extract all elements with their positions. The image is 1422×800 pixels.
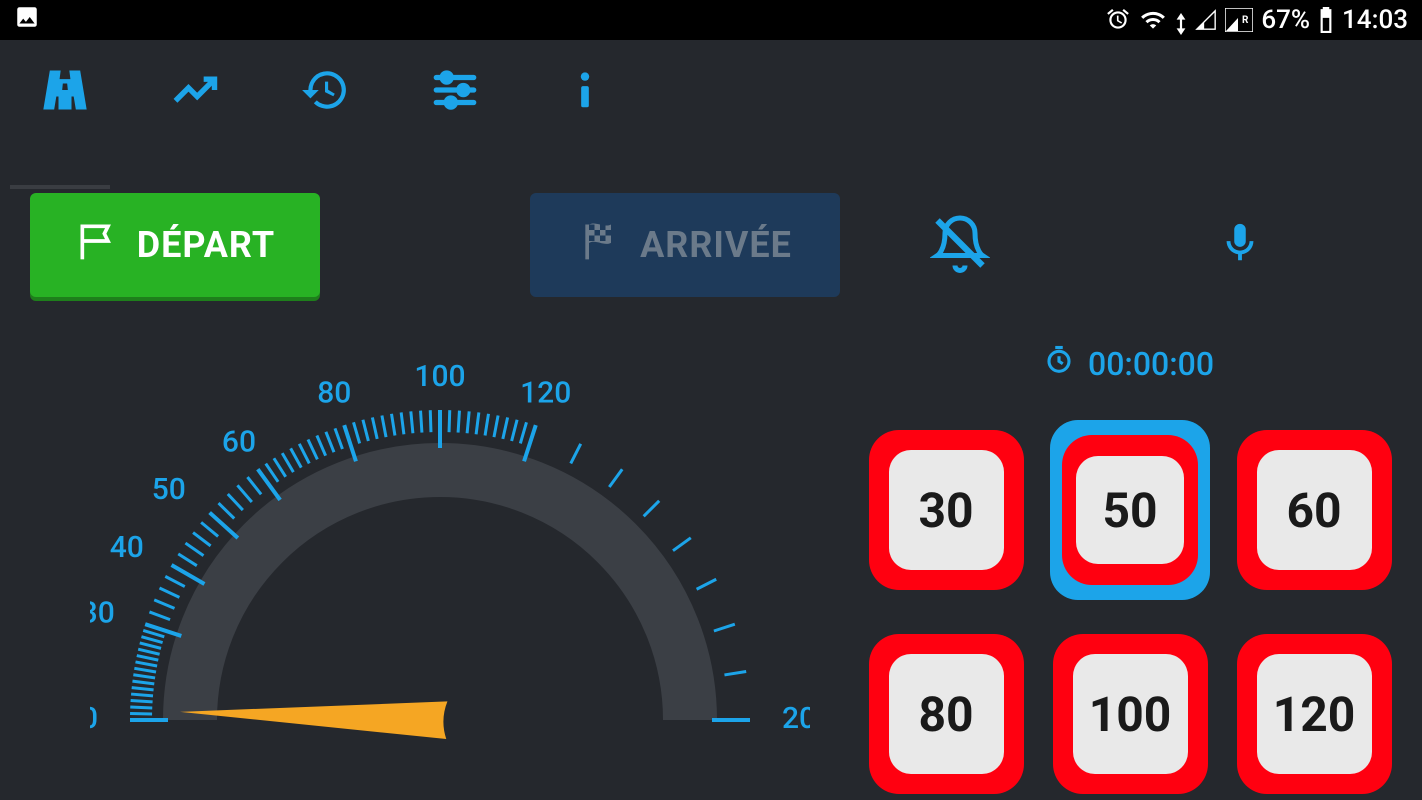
svg-text:120: 120 xyxy=(520,376,571,411)
svg-text:0: 0 xyxy=(90,701,98,736)
tab-indicator xyxy=(10,185,110,189)
svg-text:40: 40 xyxy=(110,530,144,565)
voice-button[interactable] xyxy=(1180,205,1300,285)
tab-history[interactable] xyxy=(260,40,390,140)
speed-readout: --- xyxy=(400,790,480,800)
speed-sign: 80 xyxy=(869,634,1024,794)
svg-text:100: 100 xyxy=(414,359,465,394)
timer-value: 00:00:00 xyxy=(1088,345,1214,383)
data-icon xyxy=(1175,13,1187,35)
battery-icon xyxy=(1318,7,1334,33)
svg-text:R: R xyxy=(1242,15,1249,26)
speed-sign: 120 xyxy=(1237,634,1392,794)
svg-text:30: 30 xyxy=(90,595,115,630)
clock-icon xyxy=(1044,345,1074,383)
speedometer: 0 30 4050 60 80 100 120 200 xyxy=(90,320,810,800)
tab-road[interactable] xyxy=(0,40,130,140)
speed-sign: 30 xyxy=(869,430,1024,590)
microphone-icon xyxy=(1217,220,1263,270)
tab-info[interactable] xyxy=(520,40,650,140)
android-status-bar: R 67% 14:03 xyxy=(0,0,1422,40)
tab-bar xyxy=(0,40,1422,140)
trip-timer: 00:00:00 xyxy=(1044,345,1214,383)
signal-1-icon xyxy=(1195,9,1217,31)
tab-settings[interactable] xyxy=(390,40,520,140)
speed-limit-120[interactable]: 120 xyxy=(1234,624,1394,800)
svg-text:50: 50 xyxy=(152,472,186,507)
speed-limit-50[interactable]: 50 xyxy=(1050,420,1210,600)
battery-pct-label: 67% xyxy=(1261,5,1310,35)
arrivee-label: ARRIVÉE xyxy=(640,224,792,266)
wifi-icon xyxy=(1139,7,1167,33)
mute-button[interactable] xyxy=(900,205,1020,285)
speed-limit-60[interactable]: 60 xyxy=(1234,420,1394,600)
speed-sign: 100 xyxy=(1053,634,1208,794)
speed-sign: 50 xyxy=(1062,435,1198,585)
depart-button[interactable]: DÉPART xyxy=(30,193,320,297)
checkered-flag-icon xyxy=(578,219,622,272)
depart-label: DÉPART xyxy=(137,224,275,266)
app-root: DÉPART ARRIVÉE 03040506080100120200 --- … xyxy=(0,40,1422,800)
speed-limit-value: 30 xyxy=(889,450,1004,570)
speed-limit-value: 100 xyxy=(1073,654,1188,774)
tab-graph[interactable] xyxy=(130,40,260,140)
speed-limit-grid: 30 50 60 80 100 120 xyxy=(866,420,1406,800)
alarm-icon xyxy=(1105,7,1131,33)
flag-outline-icon xyxy=(75,219,119,272)
svg-text:200: 200 xyxy=(782,701,810,736)
bell-off-icon xyxy=(930,213,990,277)
clock-label: 14:03 xyxy=(1342,5,1408,35)
speed-limit-80[interactable]: 80 xyxy=(866,624,1026,800)
svg-text:60: 60 xyxy=(222,424,256,459)
speed-sign: 60 xyxy=(1237,430,1392,590)
picture-icon xyxy=(14,4,40,37)
signal-2-icon: R xyxy=(1225,8,1253,32)
speed-limit-value: 120 xyxy=(1257,654,1372,774)
speed-limit-value: 60 xyxy=(1257,450,1372,570)
speed-limit-30[interactable]: 30 xyxy=(866,420,1026,600)
svg-text:80: 80 xyxy=(317,376,351,411)
action-row: DÉPART ARRIVÉE xyxy=(30,190,1402,300)
speed-limit-value: 80 xyxy=(889,654,1004,774)
speed-limit-value: 50 xyxy=(1076,456,1184,564)
speed-limit-100[interactable]: 100 xyxy=(1050,624,1210,800)
arrivee-button[interactable]: ARRIVÉE xyxy=(530,193,840,297)
